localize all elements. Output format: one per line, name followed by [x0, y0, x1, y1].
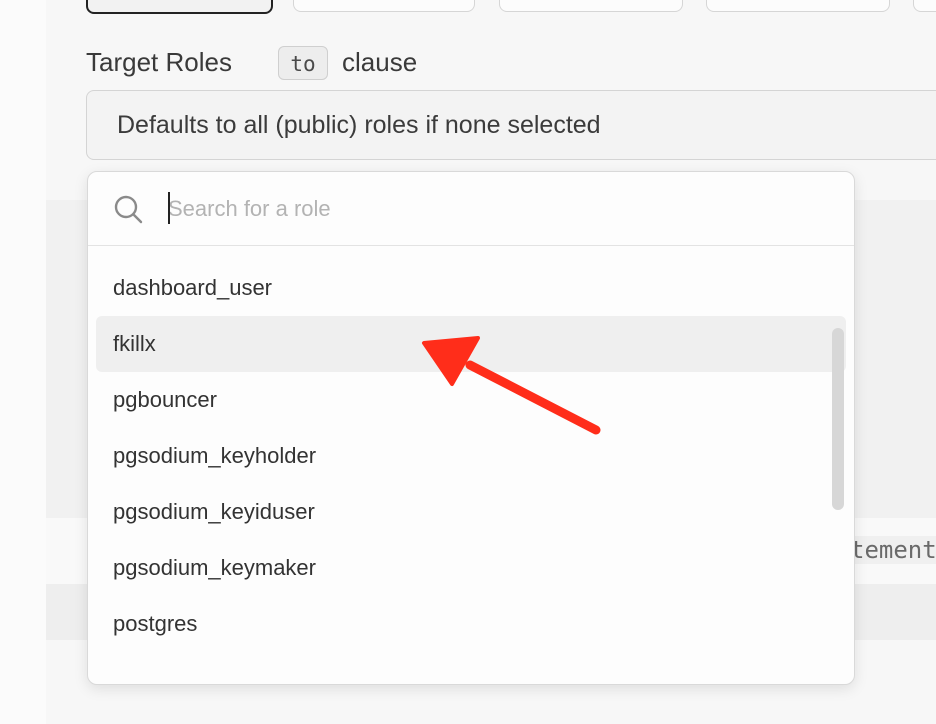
role-option-dashboard-user[interactable]: dashboard_user	[96, 260, 846, 316]
target-roles-select-value: Defaults to all (public) roles if none s…	[117, 111, 601, 139]
role-option-pgbouncer[interactable]: pgbouncer	[96, 372, 846, 428]
role-option-label: fkillx	[113, 331, 156, 356]
dropdown-scrollbar[interactable]	[832, 328, 844, 510]
role-option-pgsodium-keyiduser[interactable]: pgsodium_keyiduser	[96, 484, 846, 540]
clause-label: clause	[342, 47, 418, 77]
role-option-pgsodium-keymaker[interactable]: pgsodium_keymaker	[96, 540, 846, 596]
role-option-label: pgsodium_keyiduser	[113, 499, 315, 524]
command-option-button[interactable]	[706, 0, 890, 12]
command-option-button[interactable]	[293, 0, 475, 12]
role-option-postgres[interactable]: postgres	[96, 596, 846, 652]
role-option-fkillx[interactable]: fkillx	[96, 316, 846, 372]
role-option-label: postgres	[113, 611, 198, 636]
command-option-button[interactable]	[913, 0, 936, 12]
role-option-label: pgsodium_keymaker	[113, 555, 316, 580]
role-option-label: pgsodium_keyholder	[113, 443, 317, 468]
search-icon	[114, 195, 143, 224]
role-list: dashboard_user fkillx pgbouncer pgsodium…	[88, 260, 854, 680]
role-dropdown: dashboard_user fkillx pgbouncer pgsodium…	[87, 171, 855, 685]
code-fragment: tement	[846, 536, 936, 564]
left-sidebar-edge	[0, 0, 47, 724]
role-search-row	[88, 172, 854, 246]
command-option-button-active[interactable]	[86, 0, 273, 14]
command-option-button[interactable]	[499, 0, 683, 12]
role-search-input[interactable]	[168, 192, 808, 226]
role-option-label: service_role	[113, 679, 232, 680]
text-caret	[168, 192, 170, 224]
to-keyword-chip: to	[278, 46, 328, 80]
role-option-pgsodium-keyholder[interactable]: pgsodium_keyholder	[96, 428, 846, 484]
role-option-service-role[interactable]: service_role	[96, 652, 846, 680]
target-roles-label: Target Roles	[86, 47, 232, 77]
role-option-label: dashboard_user	[113, 275, 273, 300]
role-option-label: pgbouncer	[113, 387, 217, 412]
target-roles-select[interactable]: Defaults to all (public) roles if none s…	[86, 90, 936, 160]
